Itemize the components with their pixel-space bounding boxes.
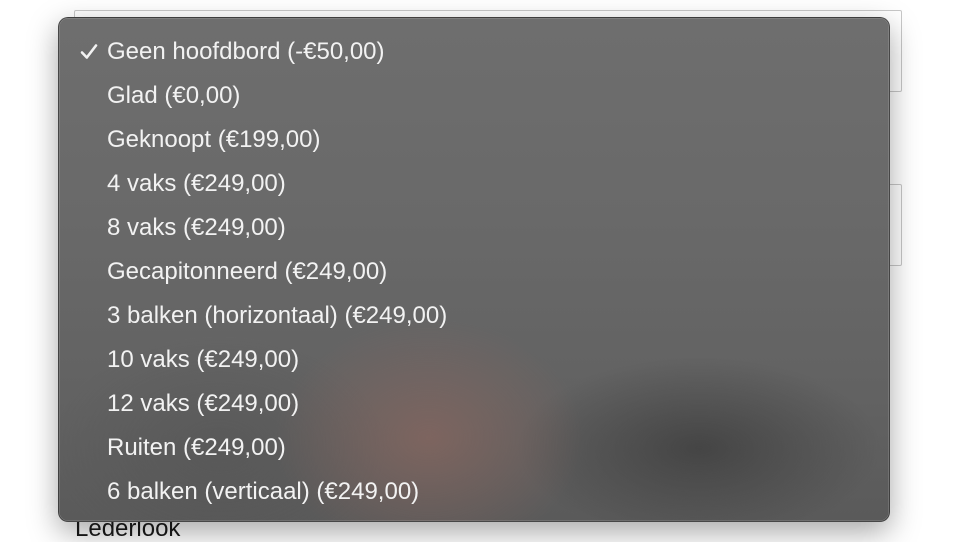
dropdown-option[interactable]: 4 vaks (€249,00) bbox=[59, 162, 889, 206]
dropdown-option-label: Geknoopt (€199,00) bbox=[107, 126, 321, 153]
dropdown-option[interactable]: Ruiten (€249,00) bbox=[59, 426, 889, 470]
dropdown-option[interactable]: Geen hoofdbord (-€50,00) bbox=[59, 30, 889, 74]
dropdown-options-list: Geen hoofdbord (-€50,00) Glad (€0,00) Ge… bbox=[59, 18, 889, 514]
dropdown-option-label: 12 vaks (€249,00) bbox=[107, 390, 300, 417]
dropdown-option[interactable]: Geknoopt (€199,00) bbox=[59, 118, 889, 162]
dropdown-option-label: Glad (€0,00) bbox=[107, 82, 241, 109]
dropdown-option-label: Ruiten (€249,00) bbox=[107, 434, 286, 461]
dropdown-option[interactable]: 3 balken (horizontaal) (€249,00) bbox=[59, 294, 889, 338]
dropdown-option[interactable]: 8 vaks (€249,00) bbox=[59, 206, 889, 250]
headboard-dropdown-menu: Geen hoofdbord (-€50,00) Glad (€0,00) Ge… bbox=[58, 17, 890, 522]
dropdown-option-label: 6 balken (verticaal) (€249,00) bbox=[107, 478, 420, 505]
dropdown-option[interactable]: 12 vaks (€249,00) bbox=[59, 382, 889, 426]
dropdown-option-label: 10 vaks (€249,00) bbox=[107, 346, 300, 373]
dropdown-option[interactable]: Gecapitonneerd (€249,00) bbox=[59, 250, 889, 294]
dropdown-option-label: 8 vaks (€249,00) bbox=[107, 214, 286, 241]
dropdown-option[interactable]: Glad (€0,00) bbox=[59, 74, 889, 118]
dropdown-option-label: 3 balken (horizontaal) (€249,00) bbox=[107, 302, 448, 329]
dropdown-option[interactable]: 6 balken (verticaal) (€249,00) bbox=[59, 470, 889, 514]
dropdown-option-label: Gecapitonneerd (€249,00) bbox=[107, 258, 388, 285]
page: Lederlook Geen hoofdbord (-€50,00) Glad … bbox=[0, 0, 958, 542]
checkmark-icon bbox=[77, 30, 101, 74]
dropdown-option-label: 4 vaks (€249,00) bbox=[107, 170, 286, 197]
dropdown-option[interactable]: 10 vaks (€249,00) bbox=[59, 338, 889, 382]
dropdown-option-label: Geen hoofdbord (-€50,00) bbox=[107, 38, 385, 65]
